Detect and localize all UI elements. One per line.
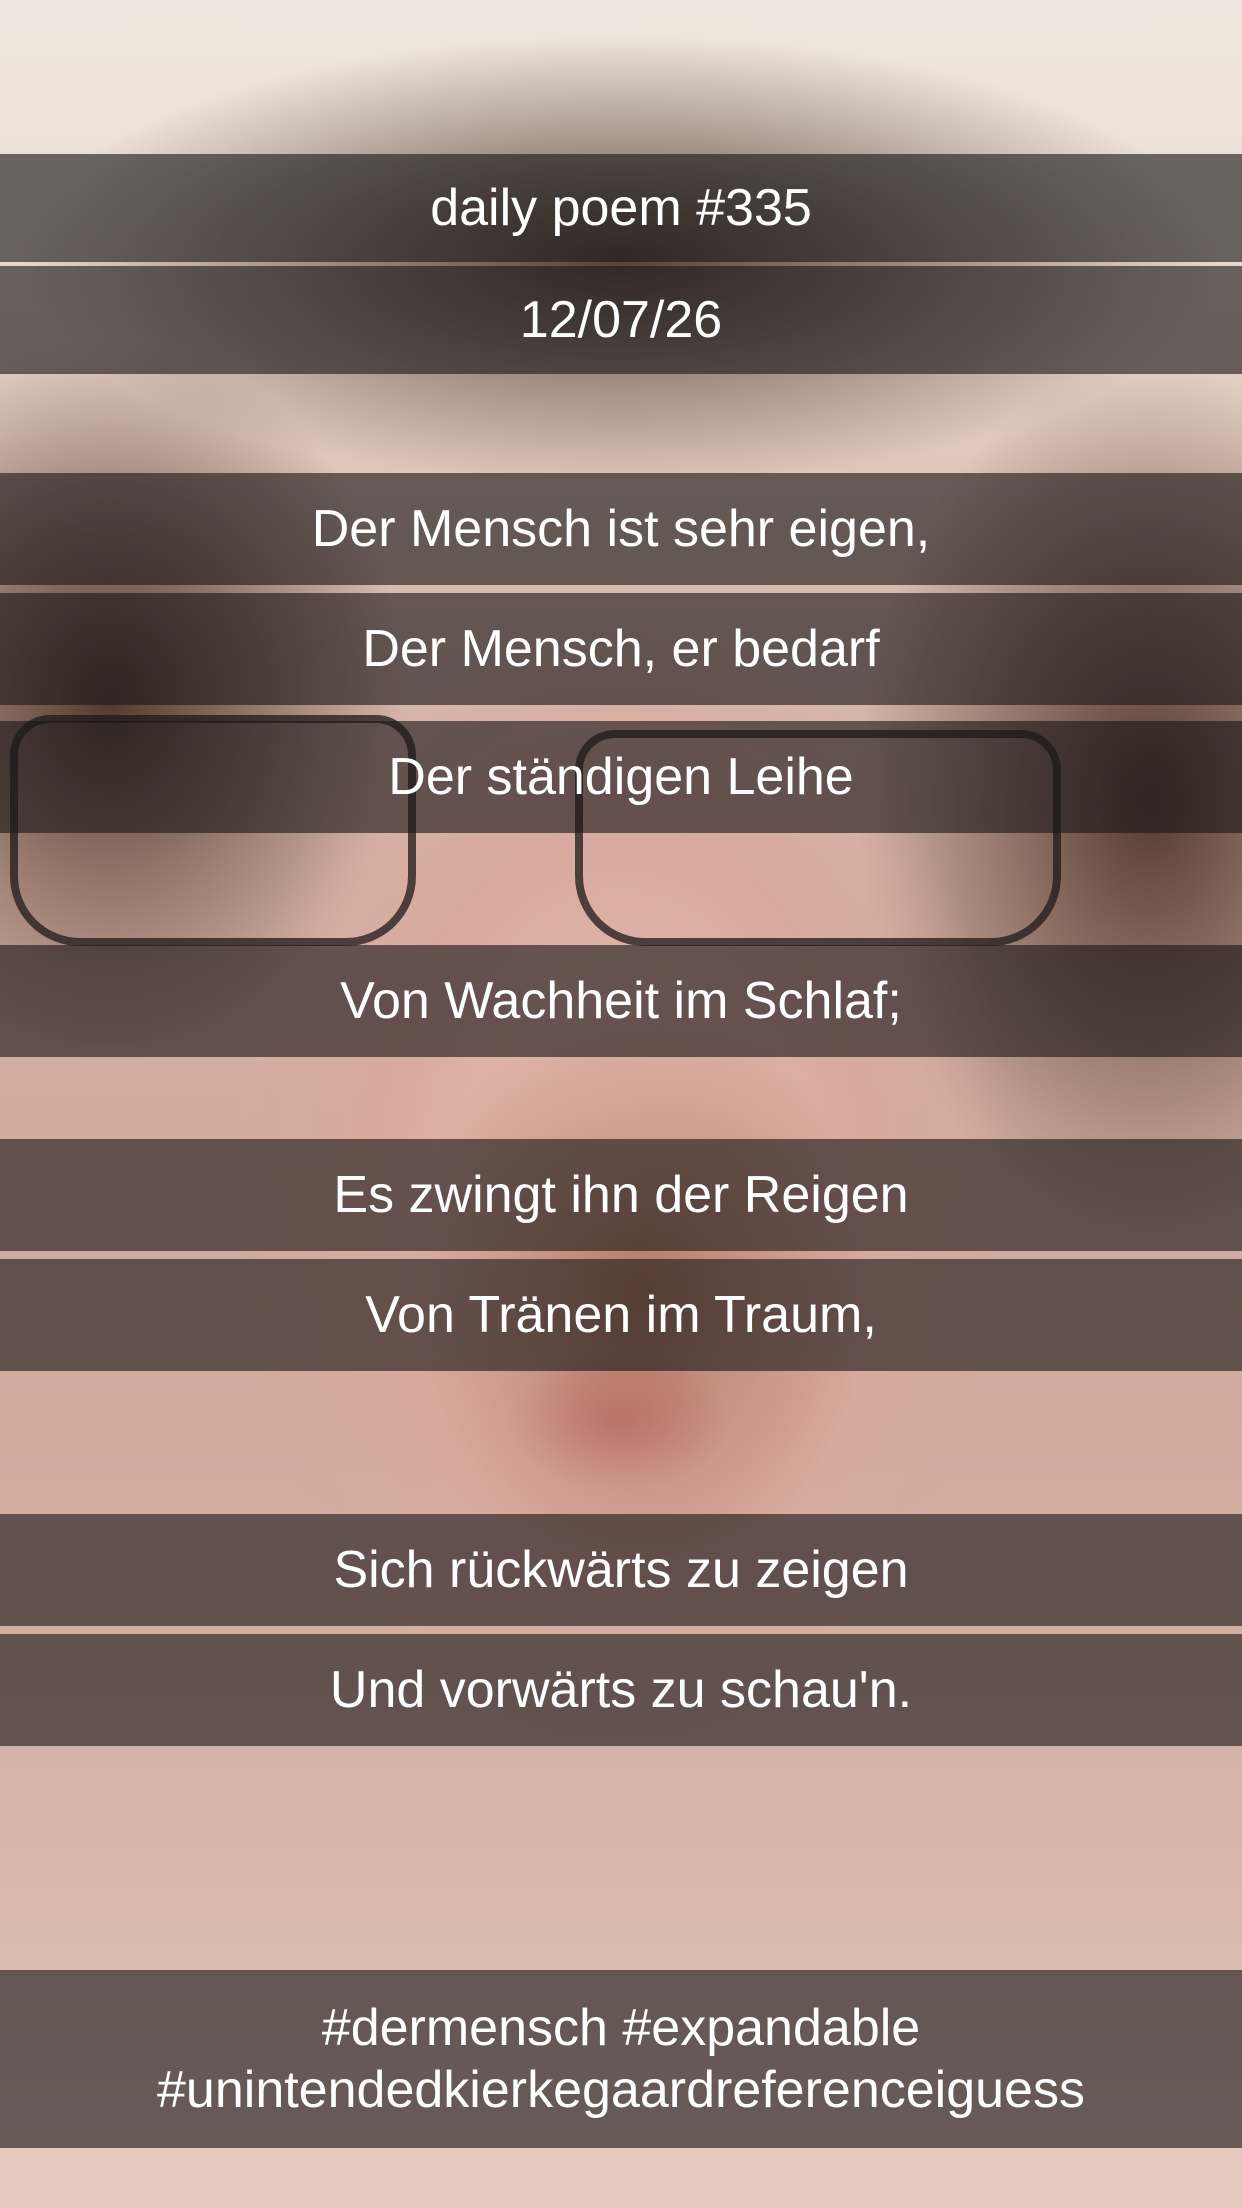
poem-line-3: Der ständigen Leihe	[0, 721, 1242, 833]
poem-line-8: Und vorwärts zu schau'n.	[0, 1634, 1242, 1746]
poem-line-5: Es zwingt ihn der Reigen	[0, 1139, 1242, 1251]
hashtags-line-1: #dermensch #expandable	[321, 1999, 921, 2057]
poem-line-2: Der Mensch, er bedarf	[0, 593, 1242, 705]
poem-line-7: Sich rückwärts zu zeigen	[0, 1514, 1242, 1626]
hashtags-line-2: #unintendedkierkegaardreferenceiguess	[157, 2061, 1085, 2119]
poem-line-1: Der Mensch ist sehr eigen,	[0, 473, 1242, 585]
poem-line-4: Von Wachheit im Schlaf;	[0, 945, 1242, 1057]
hashtags-caption: #dermensch #expandable #unintendedkierke…	[0, 1970, 1242, 2148]
poem-date: 12/07/26	[0, 266, 1242, 374]
poem-line-6: Von Tränen im Traum,	[0, 1259, 1242, 1371]
poem-title: daily poem #335	[0, 154, 1242, 262]
